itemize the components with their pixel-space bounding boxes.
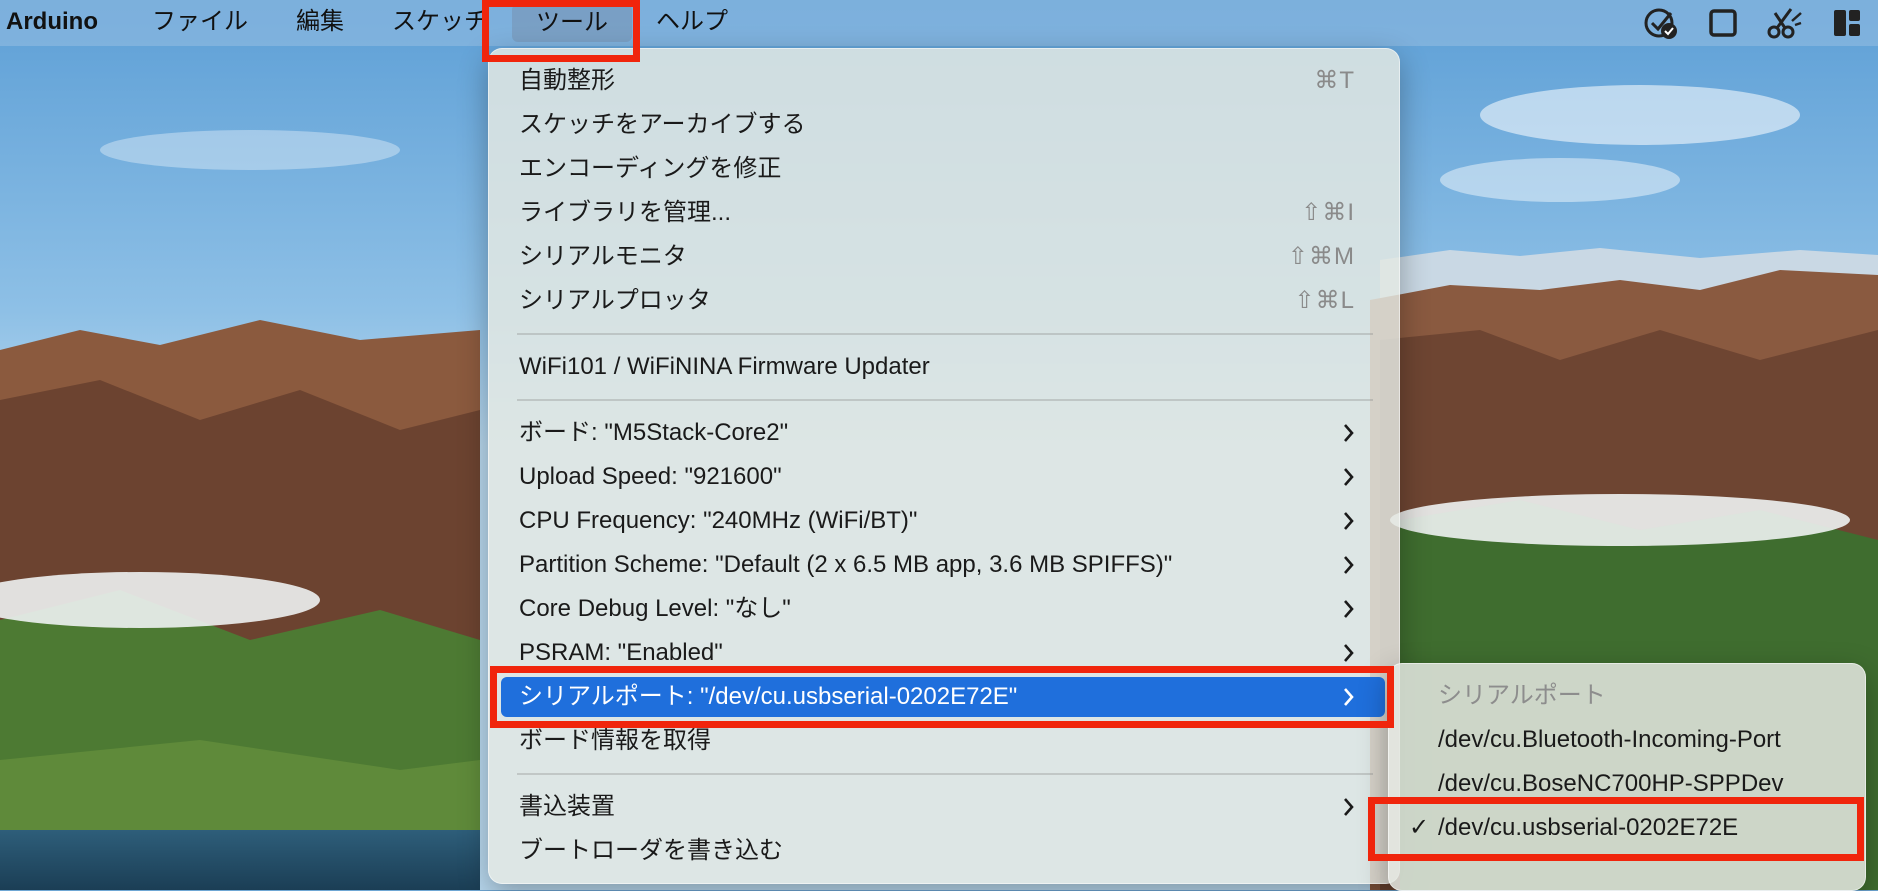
- submenu-header-label: シリアルポート: [1438, 682, 1606, 709]
- menu-item-label: Upload Speed: "921600": [519, 463, 782, 490]
- menubar-file[interactable]: ファイル: [128, 0, 272, 46]
- port-option-bluetooth[interactable]: /dev/cu.Bluetooth-Incoming-Port: [1389, 720, 1865, 760]
- menu-item-serial-monitor[interactable]: シリアルモニタ ⇧⌘M: [501, 237, 1385, 277]
- menu-item-auto-format[interactable]: 自動整形 ⌘T: [501, 61, 1385, 101]
- checkmark-icon: ✓: [1409, 814, 1430, 841]
- port-option-usbserial[interactable]: ✓ /dev/cu.usbserial-0202E72E: [1389, 808, 1865, 848]
- menu-item-label: シリアルポート: "/dev/cu.usbserial-0202E72E": [519, 683, 1018, 710]
- menu-item-upload-speed[interactable]: Upload Speed: "921600": [501, 457, 1385, 497]
- menu-item-firmware-updater[interactable]: WiFi101 / WiFiNINA Firmware Updater: [501, 347, 1385, 387]
- menubar-help[interactable]: ヘルプ: [632, 0, 752, 46]
- menu-bar: Arduino ファイル 編集 スケッチ ツール ヘルプ: [0, 0, 1878, 46]
- menu-item-serial-port[interactable]: シリアルポート: "/dev/cu.usbserial-0202E72E": [501, 677, 1385, 717]
- port-option-label: /dev/cu.usbserial-0202E72E: [1438, 814, 1739, 841]
- port-option-bose[interactable]: /dev/cu.BoseNC700HP-SPPDev: [1389, 764, 1865, 804]
- menu-item-label: シリアルモニタ: [519, 243, 687, 270]
- checkmark-badge-icon[interactable]: [1630, 0, 1692, 46]
- menu-item-label: PSRAM: "Enabled": [519, 639, 723, 666]
- menu-item-label: 自動整形: [519, 67, 615, 94]
- menu-item-programmer[interactable]: 書込装置: [501, 787, 1385, 827]
- menu-separator: [517, 399, 1373, 401]
- scissors-icon[interactable]: [1754, 0, 1816, 46]
- serial-port-submenu: シリアルポート /dev/cu.Bluetooth-Incoming-Port …: [1388, 663, 1866, 891]
- port-option-label: /dev/cu.Bluetooth-Incoming-Port: [1438, 726, 1781, 753]
- menubar-tools[interactable]: ツール: [511, 4, 632, 42]
- menu-item-label: WiFi101 / WiFiNINA Firmware Updater: [519, 353, 930, 380]
- menu-separator: [517, 773, 1373, 775]
- submenu-header: シリアルポート: [1389, 676, 1865, 716]
- menubar-app-name[interactable]: Arduino: [0, 0, 128, 46]
- menu-item-label: エンコーディングを修正: [519, 155, 782, 182]
- menu-item-core-debug-level[interactable]: Core Debug Level: "なし": [501, 589, 1385, 629]
- layout-panel-icon[interactable]: [1816, 0, 1878, 46]
- menu-item-get-board-info[interactable]: ボード情報を取得: [501, 721, 1385, 761]
- square-icon[interactable]: [1692, 0, 1754, 46]
- menu-item-label: スケッチをアーカイブする: [519, 111, 806, 138]
- port-option-label: /dev/cu.BoseNC700HP-SPPDev: [1438, 770, 1784, 797]
- menubar-edit[interactable]: 編集: [272, 0, 368, 46]
- menu-item-burn-bootloader[interactable]: ブートローダを書き込む: [501, 831, 1385, 871]
- menu-item-label: シリアルプロッタ: [519, 287, 711, 314]
- menu-item-partition-scheme[interactable]: Partition Scheme: "Default (2 x 6.5 MB a…: [501, 545, 1385, 585]
- menu-item-fix-encoding[interactable]: エンコーディングを修正: [501, 149, 1385, 189]
- menu-item-shortcut: ⌘T: [1314, 67, 1355, 94]
- menu-item-serial-plotter[interactable]: シリアルプロッタ ⇧⌘L: [501, 281, 1385, 321]
- tools-dropdown-menu: 自動整形 ⌘T スケッチをアーカイブする エンコーディングを修正 ライブラリを管…: [488, 48, 1400, 884]
- menu-item-label: 書込装置: [519, 793, 615, 820]
- menubar-status-area: [1630, 0, 1878, 46]
- menu-item-archive-sketch[interactable]: スケッチをアーカイブする: [501, 105, 1385, 145]
- menubar-sketch[interactable]: スケッチ: [368, 0, 512, 46]
- menu-item-board[interactable]: ボード: "M5Stack-Core2": [501, 413, 1385, 453]
- menu-item-label: Core Debug Level: "なし": [519, 595, 791, 622]
- menu-separator: [517, 333, 1373, 335]
- menu-item-shortcut: ⇧⌘M: [1287, 243, 1355, 270]
- menu-item-manage-libraries[interactable]: ライブラリを管理... ⇧⌘I: [501, 193, 1385, 233]
- menu-item-cpu-frequency[interactable]: CPU Frequency: "240MHz (WiFi/BT)": [501, 501, 1385, 541]
- menu-item-label: Partition Scheme: "Default (2 x 6.5 MB a…: [519, 551, 1173, 578]
- menu-item-label: ボード情報を取得: [519, 727, 711, 754]
- menu-item-label: CPU Frequency: "240MHz (WiFi/BT)": [519, 507, 918, 534]
- menu-item-psram[interactable]: PSRAM: "Enabled": [501, 633, 1385, 673]
- menu-item-label: ライブラリを管理...: [519, 199, 732, 226]
- menu-item-shortcut: ⇧⌘I: [1301, 199, 1355, 226]
- menu-item-label: ブートローダを書き込む: [519, 837, 783, 864]
- menu-item-label: ボード: "M5Stack-Core2": [519, 419, 789, 446]
- menu-item-shortcut: ⇧⌘L: [1294, 287, 1355, 314]
